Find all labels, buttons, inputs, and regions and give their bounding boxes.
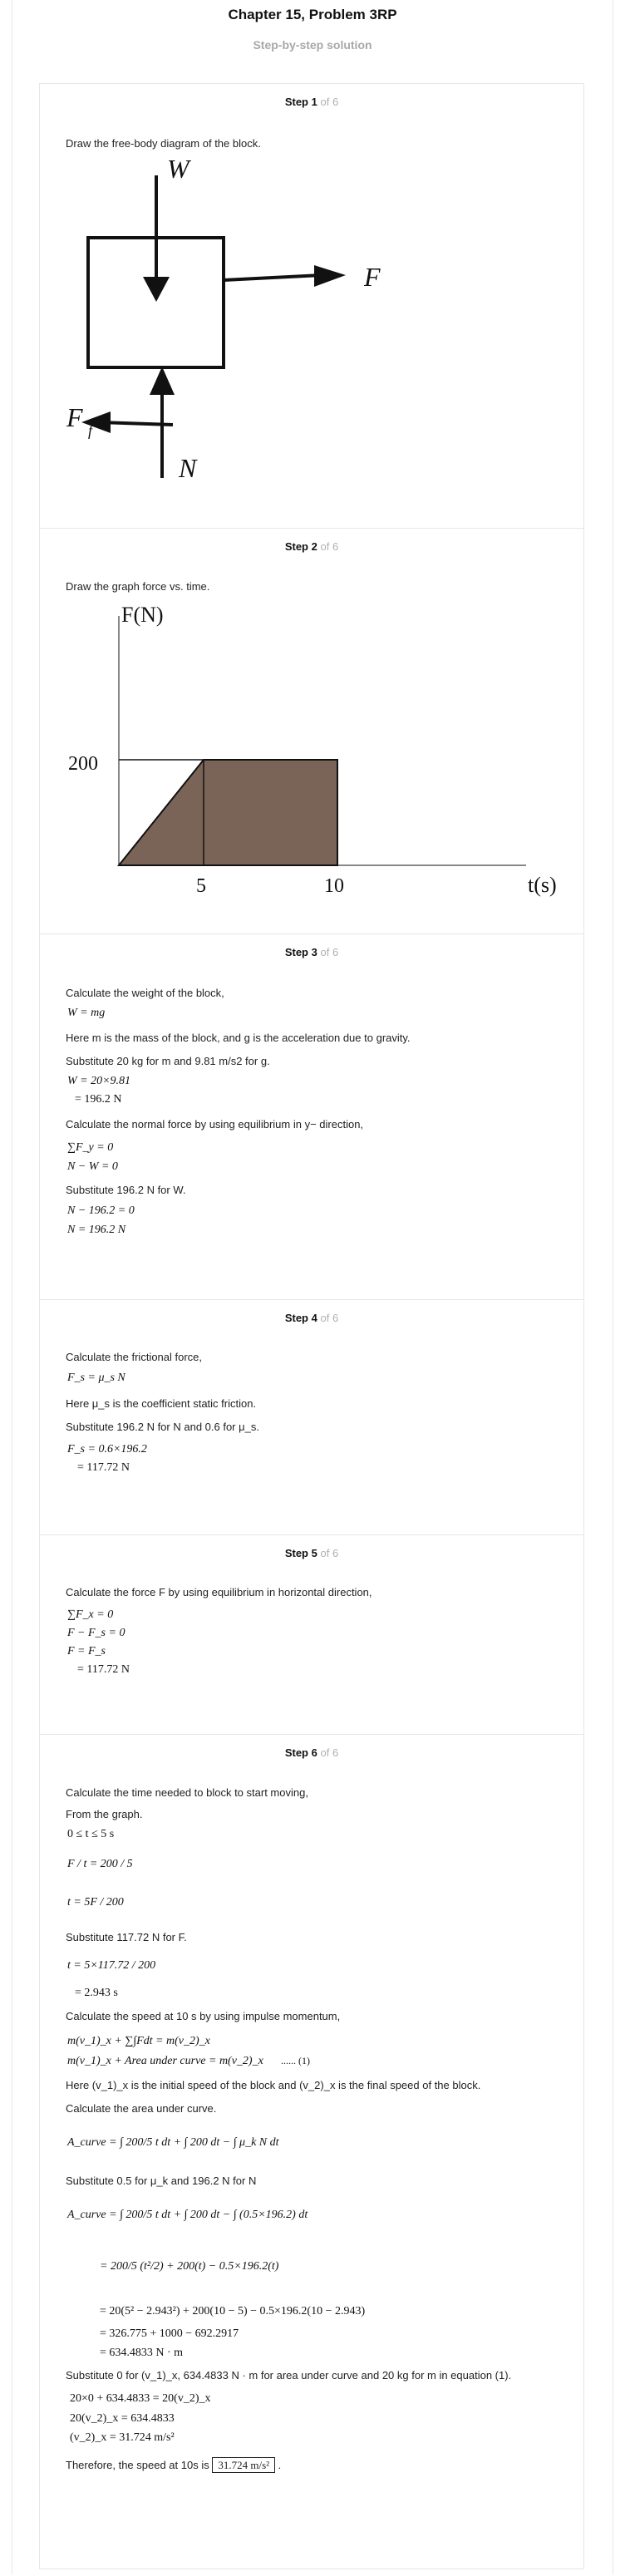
step-label: Step xyxy=(284,946,308,958)
normal-arrow xyxy=(150,367,175,395)
step-text: Calculate the weight of the block, xyxy=(66,987,224,999)
page-subtitle: Step-by-step solution xyxy=(253,38,372,52)
step-text: Calculate the normal force by using equi… xyxy=(66,1118,364,1130)
step-3-card: Step 3 of 6 Calculate the weight of the … xyxy=(39,933,584,1301)
step-text: Here (v_1)_x is the initial speed of the… xyxy=(66,2079,481,2091)
step-number: 4 xyxy=(311,1312,317,1324)
f-label: F xyxy=(363,262,381,292)
step-text: Here m is the mass of the block, and g i… xyxy=(66,1032,411,1044)
equation: A_curve = ∫ 200/5 t dt + ∫ 200 dt − ∫ μ_… xyxy=(67,2136,279,2149)
equation: = 634.4833 N · m xyxy=(100,2347,184,2359)
step-text: Calculate the force F by using equilibri… xyxy=(66,1586,372,1598)
step-label: Step xyxy=(284,1547,308,1559)
equation: = 196.2 N xyxy=(75,1093,122,1106)
equation: t = 5×117.72 / 200 xyxy=(67,1959,156,1972)
step-text: Substitute 196.2 N for N and 0.6 for μ_s… xyxy=(66,1421,259,1433)
force-area xyxy=(116,759,338,866)
equation: 20×0 + 634.4833 = 20(v_2)_x xyxy=(70,2392,211,2405)
step-5-card: Step 5 of 6 Calculate the force F by usi… xyxy=(39,1534,584,1736)
equation: t = 5F / 200 xyxy=(67,1896,124,1909)
force-time-graph: F(N) 200 5 10 t(s) xyxy=(68,603,557,897)
equation: 20(v_2)_x = 634.4833 xyxy=(70,2412,175,2425)
w-label: W xyxy=(167,154,192,184)
page-header: Chapter 15, Problem 3RP Step-by-step sol… xyxy=(0,7,625,52)
equation: m(v_1)_x + ∑∫Fdt = m(v_2)_x xyxy=(67,2035,210,2047)
equation-number: ...... (1) xyxy=(281,2055,310,2066)
equation: N − W = 0 xyxy=(67,1160,118,1173)
step-header: Step 5 of 6 xyxy=(40,1547,583,1559)
page-title: Chapter 15, Problem 3RP xyxy=(228,7,397,22)
step-header: Step 3 of 6 xyxy=(40,946,583,958)
step-of-total: of 6 xyxy=(320,1547,339,1559)
step-number: 5 xyxy=(311,1547,317,1559)
ff-label: F xyxy=(66,402,83,432)
force-arrow xyxy=(314,265,346,287)
equation: N = 196.2 N xyxy=(67,1224,126,1236)
weight-arrow xyxy=(143,277,170,302)
step-1-card: Step 1 of 6 Draw the free-body diagram o… xyxy=(39,83,584,529)
step-text: Calculate the area under curve. xyxy=(66,2102,217,2115)
y-axis-label: F(N) xyxy=(121,603,164,627)
equation: = 117.72 N xyxy=(77,1461,130,1474)
step-text: Calculate the speed at 10 s by using imp… xyxy=(66,2010,341,2022)
equation: A_curve = ∫ 200/5 t dt + ∫ 200 dt − ∫ (0… xyxy=(67,2209,308,2221)
final-answer-line: Therefore, the speed at 10s is 31.724 m/… xyxy=(66,2457,282,2473)
step-of-total: of 6 xyxy=(320,1312,339,1324)
step-label: Step xyxy=(284,1746,308,1759)
equation: = 2.943 s xyxy=(75,1987,118,1999)
step-2-card: Step 2 of 6 Draw the graph force vs. tim… xyxy=(39,528,584,935)
step-label: Step xyxy=(284,1312,308,1324)
step-text: Substitute 0 for (v_1)_x, 634.4833 N · m… xyxy=(66,2369,512,2381)
equation: W = 20×9.81 xyxy=(67,1075,131,1087)
equation: (v_2)_x = 31.724 m/s² xyxy=(70,2431,175,2444)
equation: F_s = 0.6×196.2 xyxy=(67,1443,147,1455)
step-text: Substitute 0.5 for μ_k and 196.2 N for N xyxy=(66,2175,257,2187)
equation: = 326.775 + 1000 − 692.2917 xyxy=(100,2327,239,2340)
step-header: Step 4 of 6 xyxy=(40,1312,583,1324)
step-text: From the graph. xyxy=(66,1808,143,1820)
free-body-diagram: W F F f N xyxy=(66,154,381,483)
equation: F / t = 200 / 5 xyxy=(67,1858,133,1870)
n-label: N xyxy=(178,453,198,483)
x-tick-5: 5 xyxy=(196,875,206,897)
step-text: Therefore, the speed at 10s is xyxy=(66,2459,209,2471)
step-text: Substitute 117.72 N for F. xyxy=(66,1931,187,1943)
step-6-card: Step 6 of 6 Calculate the time needed to… xyxy=(39,1734,584,2569)
equation: = 20(5² − 2.943²) + 200(10 − 5) − 0.5×19… xyxy=(100,2305,366,2317)
equation: N − 196.2 = 0 xyxy=(67,1204,135,1217)
step-header: Step 6 of 6 xyxy=(40,1746,583,1759)
step-4-card: Step 4 of 6 Calculate the frictional for… xyxy=(39,1299,584,1536)
step-text: Calculate the frictional force, xyxy=(66,1351,203,1363)
step-text: Substitute 20 kg for m and 9.81 m/s2 for… xyxy=(66,1055,270,1067)
equation: F − F_s = 0 xyxy=(67,1627,125,1639)
step-text: Substitute 196.2 N for W. xyxy=(66,1184,186,1196)
step-number: 6 xyxy=(311,1746,317,1759)
step-of-total: of 6 xyxy=(320,1746,339,1759)
step-number: 3 xyxy=(311,946,317,958)
step-text: Here μ_s is the coefficient static frict… xyxy=(66,1397,257,1410)
equation: F_s = μ_s N xyxy=(67,1372,125,1384)
equation: W = mg xyxy=(67,1007,106,1019)
step-text: Calculate the time needed to block to st… xyxy=(66,1786,308,1799)
equation: = 117.72 N xyxy=(77,1663,130,1676)
final-answer-box: 31.724 m/s² xyxy=(212,2457,276,2473)
friction-arrow xyxy=(81,411,111,433)
equation: ∑F_y = 0 xyxy=(67,1141,114,1154)
equation: = 200/5 (t²/2) + 200(t) − 0.5×196.2(t) xyxy=(100,2260,279,2273)
equation: 0 ≤ t ≤ 5 s xyxy=(67,1828,115,1840)
equation: m(v_1)_x + Area under curve = m(v_2)_x xyxy=(67,2055,263,2067)
x-axis-label: t(s) xyxy=(528,873,557,897)
y-tick-200: 200 xyxy=(68,753,98,775)
x-tick-10: 10 xyxy=(324,875,344,897)
equation: ∑F_x = 0 xyxy=(67,1608,114,1621)
step-of-total: of 6 xyxy=(320,946,339,958)
equation: F = F_s xyxy=(67,1645,106,1657)
